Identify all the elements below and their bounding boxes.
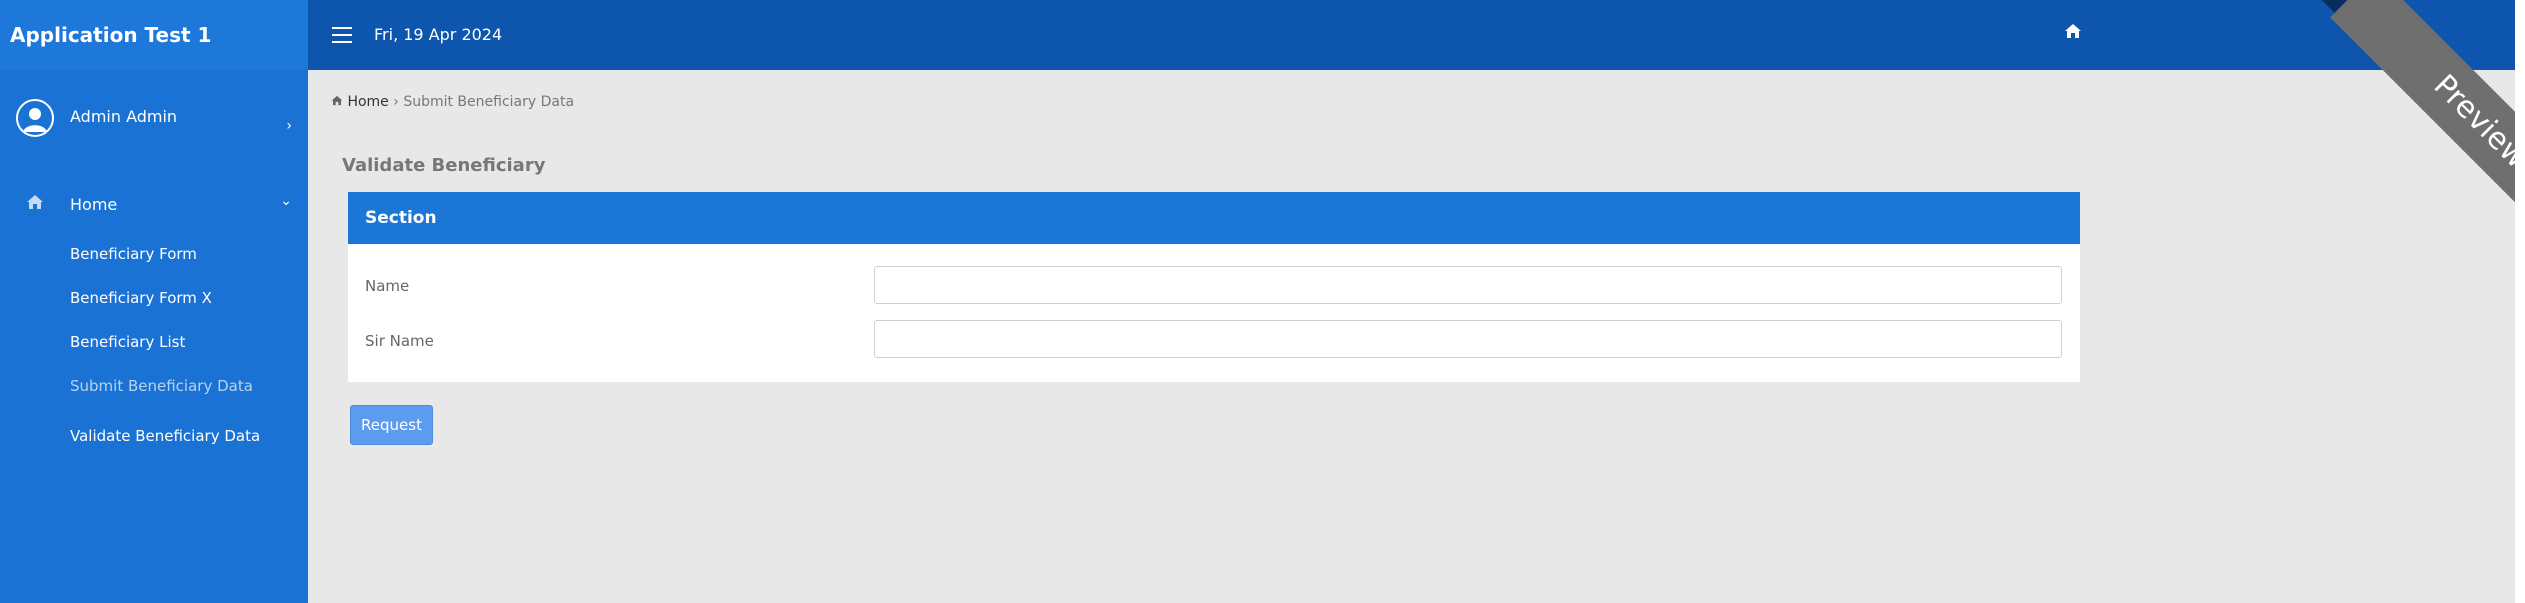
user-name: Admin Admin [70, 107, 178, 126]
home-icon[interactable] [2064, 23, 2082, 43]
sidebar-item-home[interactable]: Home ⌄ [0, 180, 308, 232]
breadcrumb: Home › Submit Beneficiary Data [331, 94, 574, 110]
request-button[interactable]: Request [350, 405, 433, 445]
name-label: Name [365, 277, 410, 295]
sidebar-item-beneficiary-form[interactable]: Beneficiary Form [0, 232, 308, 276]
sidebar-item-validate-beneficiary-data[interactable]: Validate Beneficiary Data [0, 414, 308, 458]
sir-name-input[interactable] [874, 320, 2062, 358]
breadcrumb-current: Submit Beneficiary Data [403, 94, 575, 110]
sidebar-item-submit-beneficiary-data[interactable]: Submit Beneficiary Data [0, 364, 308, 408]
user-panel[interactable]: Admin Admin › [0, 70, 308, 170]
page-title: Validate Beneficiary [342, 155, 546, 176]
section-header: Section [348, 192, 2080, 244]
chevron-right-icon[interactable]: › [286, 118, 292, 134]
breadcrumb-home-icon [331, 94, 347, 110]
menu-toggle-icon[interactable] [332, 27, 352, 43]
breadcrumb-home[interactable]: Home [347, 94, 388, 110]
sidebar-submenu: Beneficiary Form Beneficiary Form X Bene… [0, 232, 308, 458]
sidebar-item-home-label: Home [70, 195, 118, 214]
sidebar-item-beneficiary-form-x[interactable]: Beneficiary Form X [0, 276, 308, 320]
section-panel: Section Name Sir Name [348, 192, 2080, 382]
preview-ribbon-label: Preview [2330, 0, 2515, 260]
current-date: Fri, 19 Apr 2024 [374, 25, 503, 44]
user-avatar-icon [16, 99, 54, 137]
sidebar-item-beneficiary-list[interactable]: Beneficiary List [0, 320, 308, 364]
breadcrumb-separator: › [393, 94, 399, 110]
sir-name-label: Sir Name [365, 332, 434, 350]
name-input[interactable] [874, 266, 2062, 304]
app-title[interactable]: Application Test 1 [0, 0, 308, 70]
page-edge [2515, 0, 2525, 603]
top-bar: Fri, 19 Apr 2024 [308, 0, 2515, 70]
sidebar: Application Test 1 Admin Admin › Home ⌄ … [0, 0, 308, 603]
chevron-down-icon: ⌄ [280, 193, 292, 209]
home-icon [26, 194, 44, 214]
preview-ribbon: Preview [2260, 0, 2515, 260]
